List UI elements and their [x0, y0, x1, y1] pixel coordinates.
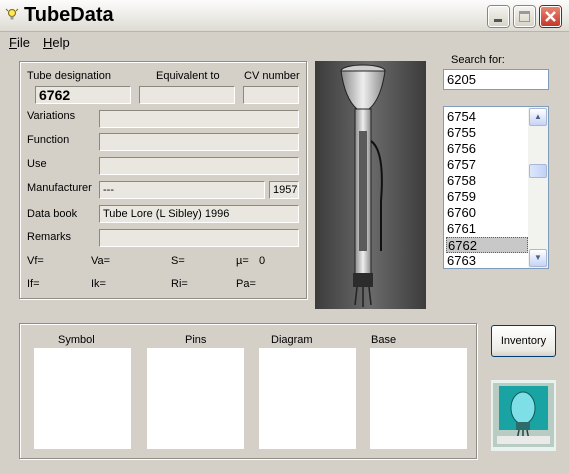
cv-number-field[interactable] — [243, 86, 299, 104]
data-book-label: Data book — [27, 208, 78, 220]
designation-label: Tube designation — [27, 70, 111, 82]
data-book-field[interactable]: Tube Lore (L Sibley) 1996 — [99, 205, 299, 223]
base-panel — [370, 348, 467, 449]
pins-title: Pins — [185, 334, 207, 346]
equivalent-label: Equivalent to — [156, 70, 220, 82]
search-label: Search for: — [451, 54, 505, 66]
tube-photo — [315, 61, 426, 309]
manufacturer-field[interactable]: --- — [99, 181, 265, 199]
pa-label: Pa= — [236, 278, 256, 290]
tube-list[interactable]: 6754 6755 6756 6757 6758 6759 6760 6761 6762 6763… — [443, 106, 549, 269]
vf-label: Vf= — [27, 255, 44, 267]
remarks-field[interactable] — [99, 229, 299, 247]
remarks-label: Remarks — [27, 231, 72, 243]
function-field[interactable] — [99, 133, 299, 151]
use-label: Use — [27, 158, 47, 170]
minimize-icon — [494, 19, 502, 22]
function-label: Function — [27, 134, 70, 146]
list-item[interactable]: 6755 — [446, 125, 528, 141]
close-button[interactable] — [540, 6, 561, 27]
equivalent-field[interactable] — [139, 86, 235, 104]
cv-number-label: CV number — [244, 70, 300, 82]
list-scrollbar[interactable]: ▲ ▼ — [528, 107, 548, 268]
list-item[interactable]: 6758 — [446, 173, 528, 189]
scroll-up-icon[interactable]: ▲ — [529, 108, 547, 126]
manufacturer-label: Manufacturer — [27, 182, 92, 194]
scroll-thumb[interactable] — [529, 164, 547, 178]
ik-label: Ik= — [91, 278, 106, 290]
list-item[interactable]: 6763 — [446, 253, 528, 268]
window-title: TubeData — [24, 4, 114, 26]
year-field[interactable]: 1957 — [269, 181, 299, 199]
mu-value: 0 — [259, 255, 266, 267]
pins-panel — [147, 348, 244, 449]
list-item[interactable]: 6761 — [446, 221, 528, 237]
list-item[interactable]: 6760 — [446, 205, 528, 221]
symbol-title: Symbol — [58, 334, 95, 346]
if-label: If= — [27, 278, 40, 290]
list-item[interactable]: 6762 — [446, 237, 528, 253]
title-bar: TubeData — [0, 0, 569, 32]
maximize-icon — [519, 11, 530, 22]
variations-label: Variations — [27, 110, 76, 122]
mu-label: µ= — [236, 255, 249, 267]
menu-help[interactable]: Help — [43, 35, 70, 50]
maximize-button[interactable] — [514, 6, 535, 27]
designation-field[interactable]: 6762 — [35, 86, 131, 104]
s-label: S= — [171, 255, 185, 267]
variations-field[interactable] — [99, 110, 299, 128]
ri-label: Ri= — [171, 278, 188, 290]
list-item[interactable]: 6754 — [446, 109, 528, 125]
app-logo — [491, 380, 556, 451]
menu-file[interactable]: File — [9, 35, 30, 50]
list-item[interactable]: 6757 — [446, 157, 528, 173]
va-label: Va= — [91, 255, 111, 267]
menu-bar: File Help — [0, 33, 569, 53]
diagram-title: Diagram — [271, 334, 313, 346]
base-title: Base — [371, 334, 397, 346]
lightbulb-icon — [5, 8, 19, 20]
list-item[interactable]: 6759 — [446, 189, 528, 205]
diagram-panel — [259, 348, 356, 449]
minimize-button[interactable] — [488, 6, 509, 27]
use-field[interactable] — [99, 157, 299, 175]
search-input[interactable] — [443, 69, 549, 90]
close-icon — [545, 11, 556, 22]
symbol-panel — [34, 348, 131, 449]
inventory-button[interactable]: Inventory — [491, 325, 556, 357]
scroll-down-icon[interactable]: ▼ — [529, 249, 547, 267]
list-item[interactable]: 6756 — [446, 141, 528, 157]
